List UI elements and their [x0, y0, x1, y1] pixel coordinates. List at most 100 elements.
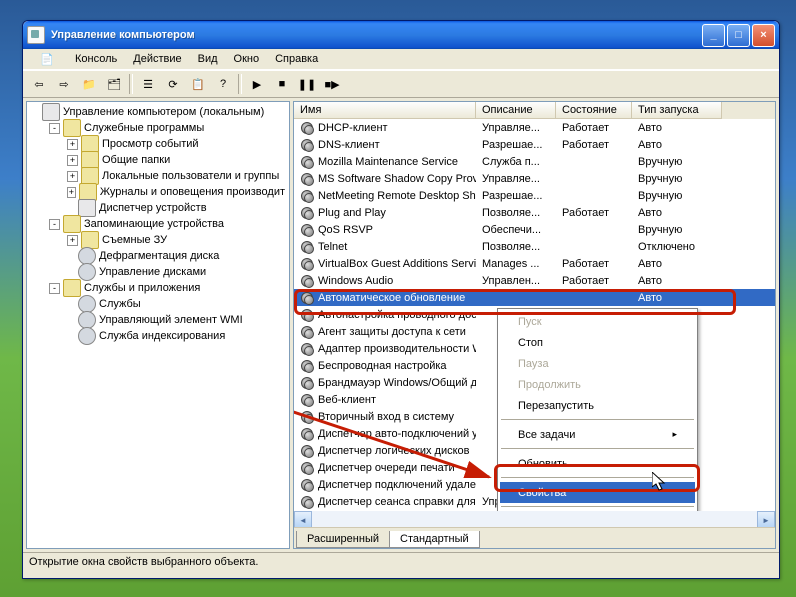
expand-icon[interactable]: +	[67, 155, 78, 166]
node-label: Управление компьютером (локальным)	[63, 106, 264, 118]
ctx-stop[interactable]: Стоп	[500, 332, 695, 353]
service-description: Позволяе...	[476, 241, 556, 253]
node-label: Службы и приложения	[84, 282, 200, 294]
start-button[interactable]: ▶	[245, 72, 269, 96]
service-row[interactable]: Windows AudioУправлен...РаботаетАвто	[294, 272, 775, 289]
service-startup: Авто	[632, 292, 722, 304]
menu-view[interactable]: Вид	[190, 51, 226, 67]
gears-icon	[300, 257, 314, 271]
service-row[interactable]: DNS-клиентРазрешае...РаботаетАвто	[294, 136, 775, 153]
gears-icon	[300, 308, 314, 322]
tree-node[interactable]: +Журналы и оповещения производит	[27, 184, 289, 200]
ctx-pause[interactable]: Пауза	[500, 353, 695, 374]
show-hide-button[interactable]: 🗂	[102, 72, 126, 96]
ctx-refresh[interactable]: Обновить	[500, 453, 695, 474]
status-bar: Открытие окна свойств выбранного объекта…	[23, 552, 779, 578]
gears-icon	[300, 274, 314, 288]
menu-action[interactable]: Действие	[125, 51, 189, 67]
service-row[interactable]: TelnetПозволяе...Отключено	[294, 238, 775, 255]
menu-help[interactable]: Справка	[267, 51, 326, 67]
ctx-all-tasks[interactable]: Все задачи	[500, 424, 695, 445]
col-name[interactable]: Имя	[294, 102, 476, 119]
separator	[501, 419, 694, 421]
service-row[interactable]: NetMeeting Remote Desktop SharingРазреша…	[294, 187, 775, 204]
scroll-track[interactable]	[312, 511, 757, 527]
gears-icon	[300, 291, 314, 305]
expand-icon[interactable]: -	[49, 219, 60, 230]
forward-button[interactable]: ⇨	[52, 72, 76, 96]
service-status: Работает	[556, 139, 632, 151]
properties-button[interactable]: ☰	[136, 72, 160, 96]
expand-icon[interactable]: +	[67, 235, 78, 246]
node-icon	[63, 279, 81, 297]
maximize-button[interactable]: □	[727, 24, 750, 47]
col-status[interactable]: Состояние	[556, 102, 632, 119]
service-name: Агент защиты доступа к сети	[318, 326, 466, 338]
menu-window[interactable]: Окно	[226, 51, 268, 67]
service-row[interactable]: Автоматическое обновлениеАвто	[294, 289, 775, 306]
help-button[interactable]: ?	[211, 72, 235, 96]
tree-node[interactable]: +Общие папки	[27, 152, 289, 168]
context-menu: Пуск Стоп Пауза Продолжить Перезапустить…	[497, 308, 698, 511]
rows-container[interactable]: Пуск Стоп Пауза Продолжить Перезапустить…	[294, 119, 775, 511]
gears-icon	[300, 444, 314, 458]
tree-node[interactable]: +Просмотр событий	[27, 136, 289, 152]
tree-node[interactable]: Службы	[27, 296, 289, 312]
ctx-start[interactable]: Пуск	[500, 311, 695, 332]
expand-icon[interactable]: -	[49, 123, 60, 134]
minimize-button[interactable]: _	[702, 24, 725, 47]
tree-node[interactable]: Служба индексирования	[27, 328, 289, 344]
export-button[interactable]: 📋	[186, 72, 210, 96]
separator	[501, 448, 694, 450]
col-description[interactable]: Описание	[476, 102, 556, 119]
service-name: Диспетчер сеанса справки для у...	[318, 496, 476, 508]
tree-node[interactable]: - Службы и приложения	[27, 280, 289, 296]
service-row[interactable]: MS Software Shadow Copy ProviderУправляе…	[294, 170, 775, 187]
tree-node[interactable]: Управляющий элемент WMI	[27, 312, 289, 328]
tree-node[interactable]: -Запоминающие устройства	[27, 216, 289, 232]
service-row[interactable]: Mozilla Maintenance ServiceСлужба п...Вр…	[294, 153, 775, 170]
pause-button[interactable]: ❚❚	[295, 72, 319, 96]
expand-icon[interactable]: -	[49, 283, 60, 294]
back-button[interactable]: ⇦	[27, 72, 51, 96]
gears-icon	[300, 223, 314, 237]
expand-icon[interactable]: +	[67, 187, 76, 198]
tab-extended[interactable]: Расширенный	[296, 531, 390, 548]
scrollbar-horizontal[interactable]: ◄ ►	[294, 511, 775, 527]
service-description: Управлен...	[476, 275, 556, 287]
service-row[interactable]: DHCP-клиентУправляе...РаботаетАвто	[294, 119, 775, 136]
up-button[interactable]: 📁	[77, 72, 101, 96]
col-startup[interactable]: Тип запуска	[632, 102, 722, 119]
refresh-button[interactable]: ⟳	[161, 72, 185, 96]
service-name: QoS RSVP	[318, 224, 373, 236]
restart-button[interactable]: ■▶	[320, 72, 344, 96]
tree-view[interactable]: Управление компьютером (локальным) -Служе…	[26, 101, 290, 549]
ctx-resume[interactable]: Продолжить	[500, 374, 695, 395]
ctx-restart[interactable]: Перезапустить	[500, 395, 695, 416]
service-row[interactable]: Plug and PlayПозволяе...РаботаетАвто	[294, 204, 775, 221]
tab-standard[interactable]: Стандартный	[389, 531, 480, 548]
tree-node[interactable]: Дефрагментация диска	[27, 248, 289, 264]
close-button[interactable]: ×	[752, 24, 775, 47]
titlebar[interactable]: Управление компьютером _ □ ×	[23, 21, 779, 49]
service-description: Управляе...	[476, 173, 556, 185]
menu-console[interactable]: Консоль	[67, 51, 125, 67]
tree-node[interactable]: Управление дисками	[27, 264, 289, 280]
ctx-properties[interactable]: Свойства	[500, 482, 695, 503]
node-icon	[42, 103, 60, 121]
tree-node[interactable]: -Служебные программы	[27, 120, 289, 136]
tree-node[interactable]: Диспетчер устройств	[27, 200, 289, 216]
expand-icon[interactable]: +	[67, 139, 78, 150]
service-row[interactable]: VirtualBox Guest Additions ServiceManage…	[294, 255, 775, 272]
node-icon	[78, 199, 96, 217]
separator	[501, 506, 694, 508]
expand-icon[interactable]: +	[67, 171, 78, 182]
tree-node[interactable]: +Локальные пользователи и группы	[27, 168, 289, 184]
node-icon	[63, 119, 81, 137]
stop-button[interactable]: ■	[270, 72, 294, 96]
tree-node[interactable]: Управление компьютером (локальным)	[27, 104, 289, 120]
workarea: Управление компьютером (локальным) -Служе…	[23, 98, 779, 552]
service-row[interactable]: QoS RSVPОбеспечи...Вручную	[294, 221, 775, 238]
service-status: Работает	[556, 122, 632, 134]
tree-node[interactable]: +Съемные ЗУ	[27, 232, 289, 248]
